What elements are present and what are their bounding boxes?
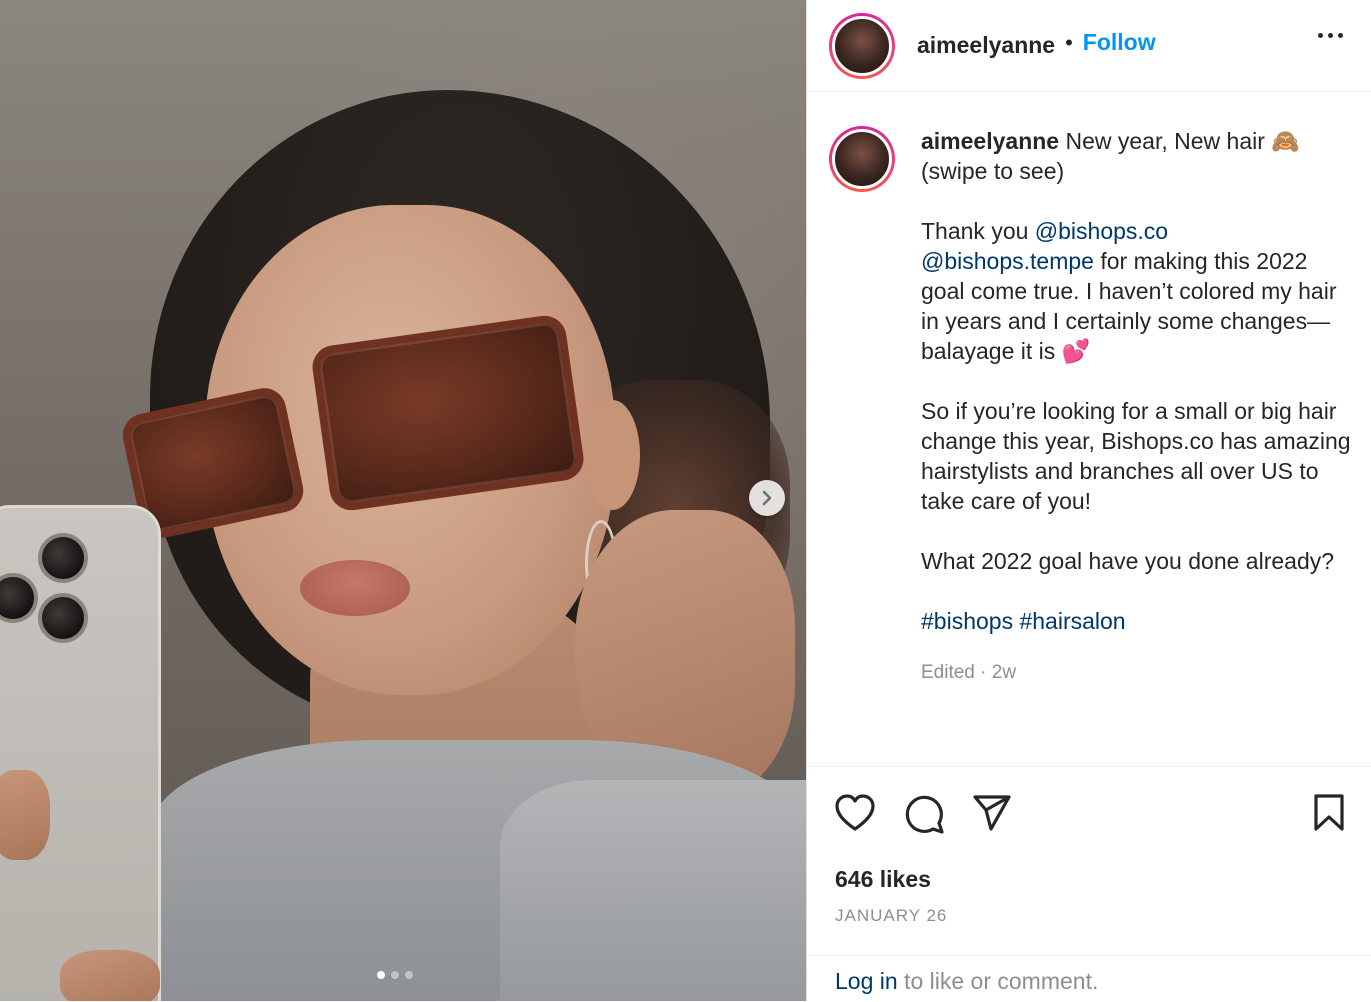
- photo-camera-lens: [0, 573, 38, 623]
- likes-count[interactable]: 646 likes: [835, 866, 931, 893]
- chevron-right-icon: [762, 490, 772, 506]
- hashtag-link[interactable]: #bishops: [921, 608, 1013, 634]
- photo-finger: [60, 950, 160, 1001]
- login-prompt: Log in to like or comment.: [835, 968, 1098, 995]
- header-username[interactable]: aimeelyanne: [917, 32, 1055, 59]
- avatar[interactable]: [829, 12, 895, 79]
- post-header: aimeelyanne • Follow: [807, 0, 1371, 92]
- mention-link[interactable]: @bishops.co: [1035, 218, 1168, 244]
- carousel-next-button[interactable]: [749, 480, 785, 516]
- carousel-dot-active: [377, 971, 385, 979]
- post-caption: aimeelyanne New year, New hair 🙈 (swipe …: [807, 92, 1371, 767]
- photo-lens-right: [309, 312, 587, 514]
- photo-ear: [585, 400, 640, 510]
- photo-phone: [0, 505, 161, 1001]
- photo-lips: [300, 560, 410, 616]
- action-bar: [807, 767, 1371, 862]
- caption-line2: (swipe to see): [921, 158, 1065, 184]
- heart-icon[interactable]: [834, 793, 876, 833]
- instagram-post: aimeelyanne • Follow aimeelyanne New yea…: [0, 0, 1371, 1001]
- caption-paragraph: So if you’re looking for a small or big …: [921, 398, 1357, 514]
- header-separator: •: [1065, 29, 1073, 55]
- avatar-image: [832, 15, 892, 76]
- caption-username[interactable]: aimeelyanne: [921, 128, 1059, 154]
- avatar-image: [832, 129, 892, 189]
- caption-avatar[interactable]: [829, 126, 895, 192]
- carousel-dot: [391, 971, 399, 979]
- send-icon[interactable]: [971, 793, 1013, 833]
- carousel-indicator: [377, 971, 413, 979]
- more-options-icon[interactable]: [1318, 33, 1343, 38]
- caption-thanks-prefix: Thank you: [921, 218, 1035, 244]
- bookmark-icon[interactable]: [1312, 793, 1346, 833]
- photo-camera-lens: [38, 533, 88, 583]
- carousel-dot: [405, 971, 413, 979]
- login-prompt-text: to like or comment.: [897, 968, 1099, 994]
- photo-finger: [0, 770, 50, 860]
- post-date: JANUARY 26: [835, 906, 948, 925]
- login-prompt-bar: Log in to like or comment.: [807, 955, 1371, 1002]
- hashtag-link[interactable]: #hairsalon: [1019, 608, 1125, 634]
- login-link[interactable]: Log in: [835, 968, 898, 994]
- comment-icon[interactable]: [903, 793, 945, 835]
- follow-button[interactable]: Follow: [1083, 29, 1156, 56]
- caption-paragraph: What 2022 goal have you done already?: [921, 548, 1335, 574]
- mention-link[interactable]: @bishops.tempe: [921, 248, 1094, 274]
- edited-timestamp: Edited · 2w: [921, 662, 1017, 683]
- post-sidebar: aimeelyanne • Follow aimeelyanne New yea…: [806, 0, 1371, 1001]
- photo-jacket-collar: [500, 780, 806, 1001]
- photo-sunglasses: [118, 312, 587, 542]
- caption-text: aimeelyanne New year, New hair 🙈 (swipe …: [921, 126, 1351, 766]
- post-photo[interactable]: [0, 0, 806, 1001]
- caption-line1: New year, New hair 🙈: [1059, 128, 1300, 154]
- photo-camera-lens: [38, 593, 88, 643]
